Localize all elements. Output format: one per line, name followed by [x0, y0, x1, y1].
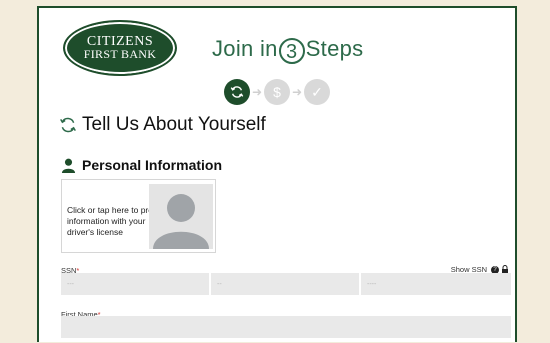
step-1-refresh-icon	[224, 79, 250, 105]
ssn-field-2[interactable]: --	[211, 273, 359, 295]
section-heading: Tell Us About Yourself	[59, 114, 266, 136]
ssn-field-1[interactable]: ---	[61, 273, 209, 295]
personal-info-title: Personal Information	[82, 157, 223, 173]
step-2-dollar-icon: $	[264, 79, 290, 105]
section-title: Tell Us About Yourself	[82, 114, 266, 135]
scan-license-button[interactable]: Click or tap here to pre-fill informatio…	[61, 179, 216, 253]
title-prefix: Join in	[212, 36, 278, 61]
signup-window: CITIZENS FIRST BANK Join in 3 Steps ➜ $ ➜ …	[37, 6, 517, 342]
ssn-field-3[interactable]: ----	[361, 273, 511, 295]
arrow-right-icon: ➜	[291, 85, 303, 99]
step-3-check-icon: ✓	[304, 79, 330, 105]
person-icon	[61, 158, 76, 173]
refresh-icon	[60, 117, 76, 133]
logo-line-2: FIRST BANK	[83, 47, 157, 61]
title-suffix: Steps	[305, 36, 364, 61]
first-name-field[interactable]	[61, 316, 511, 338]
step-count-badge: 3	[278, 38, 305, 64]
page-title: Join in 3 Steps	[212, 36, 363, 64]
arrow-right-icon: ➜	[251, 85, 263, 99]
personal-info-heading: Personal Information	[61, 157, 222, 173]
bank-logo[interactable]: CITIZENS FIRST BANK	[63, 20, 177, 76]
step-progress: ➜ $ ➜ ✓	[224, 78, 330, 106]
avatar-placeholder-icon	[149, 184, 213, 249]
